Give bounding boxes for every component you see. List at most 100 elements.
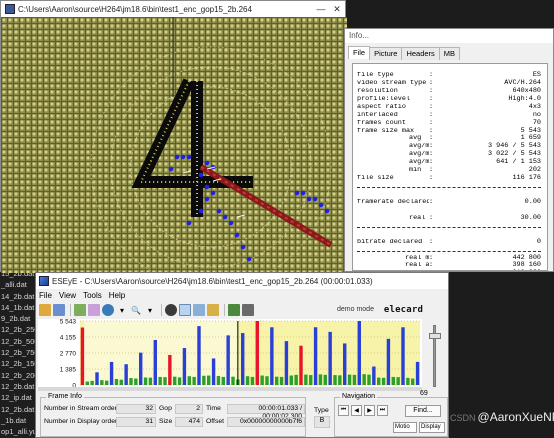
- save-icon[interactable]: [53, 304, 65, 316]
- frame-bar-B[interactable]: [275, 376, 279, 385]
- video-frame-canvas[interactable]: [1, 17, 347, 273]
- frame-bar-P[interactable]: [211, 358, 216, 385]
- frame-bar-B[interactable]: [129, 378, 133, 385]
- frame-bar-I[interactable]: [299, 345, 303, 385]
- frame-bar-P[interactable]: [284, 341, 289, 385]
- frame-bar-I[interactable]: [168, 354, 172, 385]
- last-frame-icon[interactable]: ⏭: [377, 405, 388, 416]
- frame-bar-P[interactable]: [372, 366, 376, 385]
- frame-bar-P[interactable]: [270, 327, 274, 385]
- menu-help[interactable]: Help: [109, 291, 125, 300]
- frame-size-chart[interactable]: 5 543 4 155 2 770 1 385 0: [38, 319, 422, 391]
- frame-bar-P[interactable]: [153, 339, 157, 385]
- frame-bar-B[interactable]: [85, 381, 89, 385]
- zoom-icon[interactable]: 🔍: [130, 304, 142, 316]
- file-list-item[interactable]: 14_2b.dat: [0, 291, 36, 302]
- menu-view[interactable]: View: [59, 291, 76, 300]
- zoom-slider-thumb[interactable]: [429, 333, 441, 339]
- dropdown-icon[interactable]: ▾: [144, 304, 156, 316]
- zoom-slider[interactable]: [428, 325, 442, 389]
- frame-bar-B[interactable]: [347, 374, 352, 385]
- frame-bar-B[interactable]: [352, 374, 357, 385]
- frame-bar-P[interactable]: [386, 338, 391, 385]
- frame-bar-P[interactable]: [124, 364, 128, 385]
- mode-select[interactable]: Motio: [393, 422, 417, 433]
- frame-bar-B[interactable]: [158, 376, 162, 385]
- frame-bar-B[interactable]: [207, 375, 211, 385]
- image-view-icon[interactable]: [74, 304, 86, 316]
- file-list-item[interactable]: 12_2b_250k.: [0, 324, 36, 335]
- dropdown-icon[interactable]: ▾: [116, 304, 128, 316]
- frame-bar-B[interactable]: [396, 377, 400, 385]
- frame-bar-I[interactable]: [255, 321, 259, 385]
- frame-bar-P[interactable]: [328, 331, 332, 385]
- frame-bar-B[interactable]: [187, 376, 191, 385]
- frame-bar-P[interactable]: [182, 348, 187, 385]
- frame-bar-B[interactable]: [231, 376, 235, 385]
- file-list-item[interactable]: 12_2b_2000: [0, 370, 36, 381]
- file-list-item[interactable]: 12_2b.dat: [0, 404, 36, 415]
- open-folder-icon[interactable]: [39, 304, 51, 316]
- frame-bar-B[interactable]: [105, 380, 109, 385]
- frame-bar-B[interactable]: [100, 380, 104, 385]
- frame-bar-B[interactable]: [279, 376, 284, 385]
- palette-icon[interactable]: [88, 304, 100, 316]
- frame-bar-B[interactable]: [90, 380, 94, 385]
- frame-bar-B[interactable]: [333, 375, 337, 385]
- file-list-item[interactable]: 12_2b_500k.: [0, 336, 36, 347]
- minimize-icon[interactable]: —: [313, 4, 329, 14]
- frame-bar-B[interactable]: [391, 376, 395, 385]
- file-list-item[interactable]: 12_2b.dat: [0, 381, 36, 392]
- prev-frame-icon[interactable]: ◀: [351, 405, 362, 416]
- frame-bar-B[interactable]: [294, 374, 298, 385]
- close-icon[interactable]: ✕: [329, 4, 345, 15]
- frame-bar-B[interactable]: [173, 376, 177, 385]
- tab-mb[interactable]: MB: [438, 47, 461, 60]
- frame-bar-P[interactable]: [95, 372, 99, 385]
- file-list-item[interactable]: _alli.dat: [0, 279, 36, 290]
- stats-icon[interactable]: [207, 304, 219, 316]
- tab-picture[interactable]: Picture: [369, 47, 403, 60]
- menu-tools[interactable]: Tools: [83, 291, 102, 300]
- eseye-titlebar[interactable]: ESEyE - C:\Users\Aaron\source\H264\jm18.…: [36, 273, 448, 289]
- info-window-title[interactable]: Info...: [345, 29, 553, 43]
- frame-bar-B[interactable]: [163, 377, 167, 385]
- frame-bar-B[interactable]: [216, 375, 221, 385]
- frame-bar-P[interactable]: [226, 335, 230, 385]
- frame-bar-B[interactable]: [202, 375, 206, 385]
- target-icon[interactable]: [165, 304, 177, 316]
- frame-bar-B[interactable]: [304, 374, 308, 385]
- frame-bar-B[interactable]: [221, 376, 225, 385]
- frame-bar-B[interactable]: [377, 377, 381, 385]
- chart-scrollbar[interactable]: [38, 387, 422, 391]
- eye-icon[interactable]: [102, 304, 114, 316]
- tab-headers[interactable]: Headers: [401, 47, 440, 60]
- frame-bar-B[interactable]: [309, 375, 313, 385]
- frame-bar-P[interactable]: [313, 327, 318, 385]
- frame-bar-B[interactable]: [381, 377, 386, 385]
- frame-bar-B[interactable]: [114, 378, 119, 385]
- frame-bar-B[interactable]: [406, 377, 410, 385]
- frame-bar-P[interactable]: [415, 361, 420, 385]
- frame-bar-B[interactable]: [177, 377, 182, 385]
- frame-bar-P[interactable]: [357, 321, 361, 385]
- chart-icon[interactable]: [193, 304, 205, 316]
- frame-bar-B[interactable]: [323, 374, 327, 385]
- menu-file[interactable]: File: [39, 291, 52, 300]
- frame-bar-P[interactable]: [343, 343, 347, 385]
- frame-bar-B[interactable]: [265, 376, 269, 385]
- next-frame-icon[interactable]: ▶: [364, 405, 375, 416]
- frame-bar-B[interactable]: [119, 379, 123, 385]
- find-button[interactable]: Find...: [405, 405, 441, 417]
- file-list-item[interactable]: 9_2b.dat: [0, 313, 36, 324]
- tab-file[interactable]: File: [348, 46, 371, 59]
- frame-bar-B[interactable]: [362, 374, 366, 385]
- frame-bar-B[interactable]: [260, 375, 264, 385]
- frame-bar-I[interactable]: [80, 327, 85, 385]
- frame-bar-P[interactable]: [109, 361, 114, 385]
- frame-bar-B[interactable]: [338, 375, 342, 385]
- frame-bar-B[interactable]: [148, 377, 153, 385]
- file-list-item[interactable]: 12_2b_750k.: [0, 347, 36, 358]
- frame-bar-B[interactable]: [134, 378, 138, 385]
- file-list-item[interactable]: 14_1b.dat: [0, 302, 36, 313]
